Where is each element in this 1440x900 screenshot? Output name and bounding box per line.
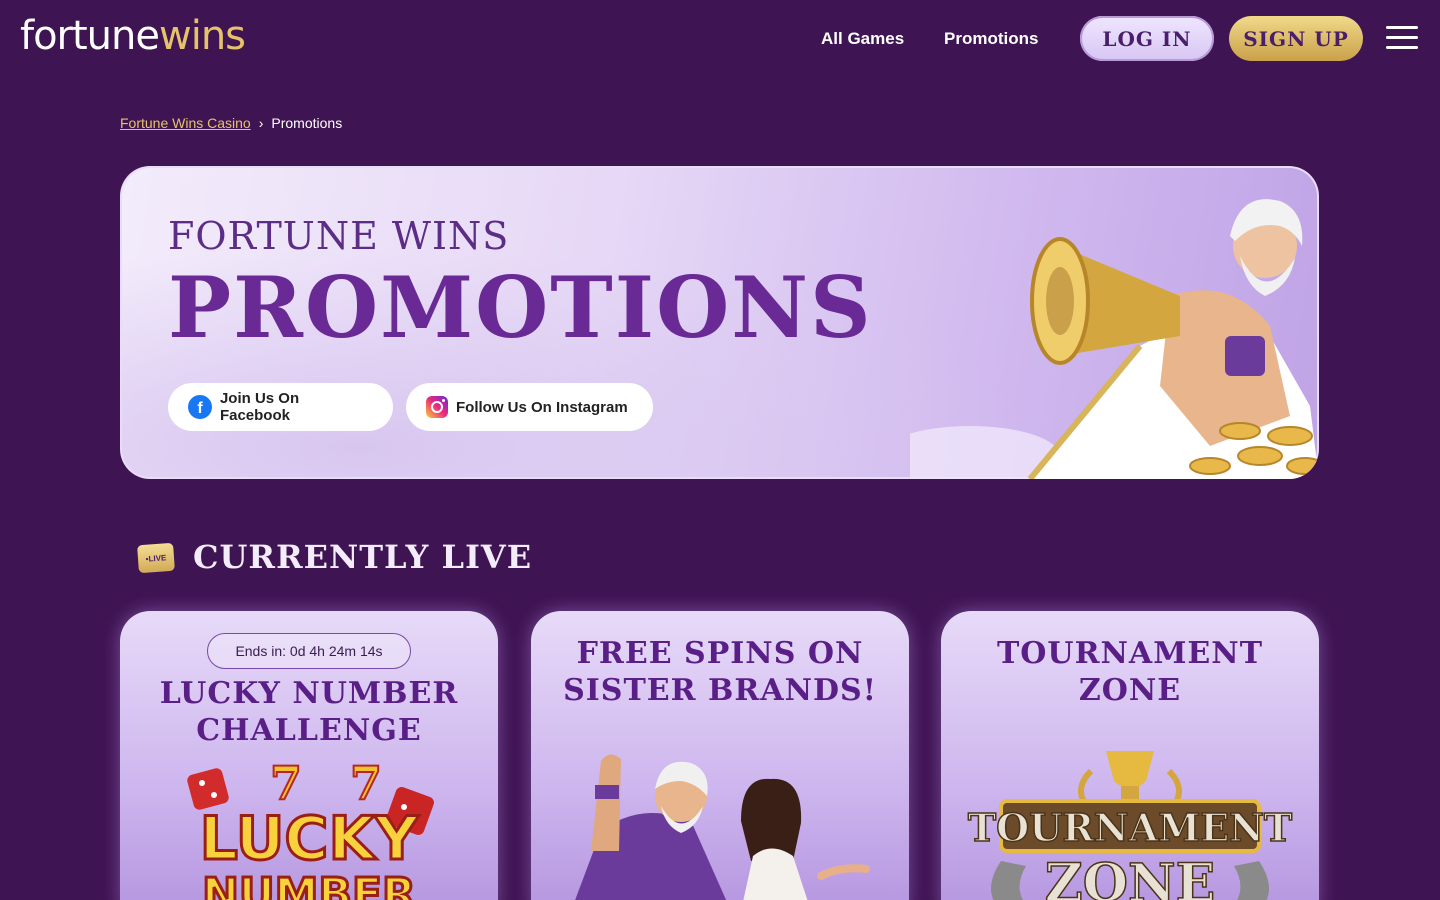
instagram-icon xyxy=(426,396,448,418)
tournament-art-text: TOURNAMENT xyxy=(968,805,1292,850)
instagram-button-label: Follow Us On Instagram xyxy=(456,398,628,416)
countdown-timer: Ends in: 0d 4h 24m 14s xyxy=(207,633,411,669)
signup-button[interactable]: SIGN UP xyxy=(1229,16,1363,61)
hamburger-menu-icon[interactable] xyxy=(1386,26,1418,50)
zone-art-text: ZONE xyxy=(1045,853,1215,900)
login-button[interactable]: LOG IN xyxy=(1080,16,1214,61)
currently-live-heading: CURRENTLY LIVE xyxy=(193,538,533,576)
instagram-button[interactable]: Follow Us On Instagram xyxy=(406,383,653,431)
hero-subtitle: FORTUNE WINS xyxy=(168,214,510,258)
facebook-icon: f xyxy=(188,395,212,419)
facebook-button[interactable]: f Join Us On Facebook xyxy=(168,383,393,431)
card-title-line1: TOURNAMENT xyxy=(996,636,1264,671)
svg-text:7: 7 xyxy=(350,756,382,810)
breadcrumb-home-link[interactable]: Fortune Wins Casino xyxy=(120,114,251,132)
promo-card-tournament-zone[interactable]: TOURNAMENT ZONE TOURNAMENT ZONE xyxy=(941,611,1319,900)
lucky-number-artwork: 7 7 LUCKY NUMBER xyxy=(187,755,434,900)
svg-text:7: 7 xyxy=(270,756,302,810)
zeus-megaphone-illustration xyxy=(910,199,1319,479)
number-art-text: NUMBER xyxy=(202,869,416,900)
site-header: fortunewins All Games Promotions LOG IN … xyxy=(0,0,1440,80)
facebook-button-label: Join Us On Facebook xyxy=(219,390,300,424)
tournament-zone-artwork: TOURNAMENT ZONE xyxy=(967,751,1293,900)
fortunewins-logo[interactable]: fortunewins xyxy=(20,10,246,62)
promotions-hero-banner: FORTUNE WINS PROMOTIONS f Join Us On Fac… xyxy=(120,166,1319,479)
zeus-and-goddess-artwork xyxy=(575,754,870,900)
card-title-line2: ZONE xyxy=(1078,673,1182,708)
breadcrumb-current: Promotions xyxy=(271,115,343,131)
nav-all-games[interactable]: All Games xyxy=(821,28,904,50)
logo-part-fortune: fortune xyxy=(20,13,160,59)
lucky-art-text: LUCKY xyxy=(200,804,420,874)
card-title-line2: CHALLENGE xyxy=(196,713,422,748)
breadcrumb-separator: › xyxy=(258,115,264,131)
live-ticket-icon: •LIVE xyxy=(137,542,175,574)
breadcrumb: Fortune Wins Casino › Promotions xyxy=(120,114,342,132)
card-title-line2: SISTER BRANDS! xyxy=(563,673,877,708)
card-title-line1: LUCKY NUMBER xyxy=(159,676,459,711)
hero-title: PROMOTIONS xyxy=(168,258,873,357)
promo-card-free-spins[interactable]: FREE SPINS ON SISTER BRANDS! xyxy=(531,611,909,900)
promo-card-lucky-number[interactable]: Ends in: 0d 4h 24m 14s LUCKY NUMBER CHAL… xyxy=(120,611,498,900)
nav-promotions[interactable]: Promotions xyxy=(944,28,1038,50)
card-title-line1: FREE SPINS ON xyxy=(576,636,864,671)
logo-part-wins: wins xyxy=(159,13,246,59)
